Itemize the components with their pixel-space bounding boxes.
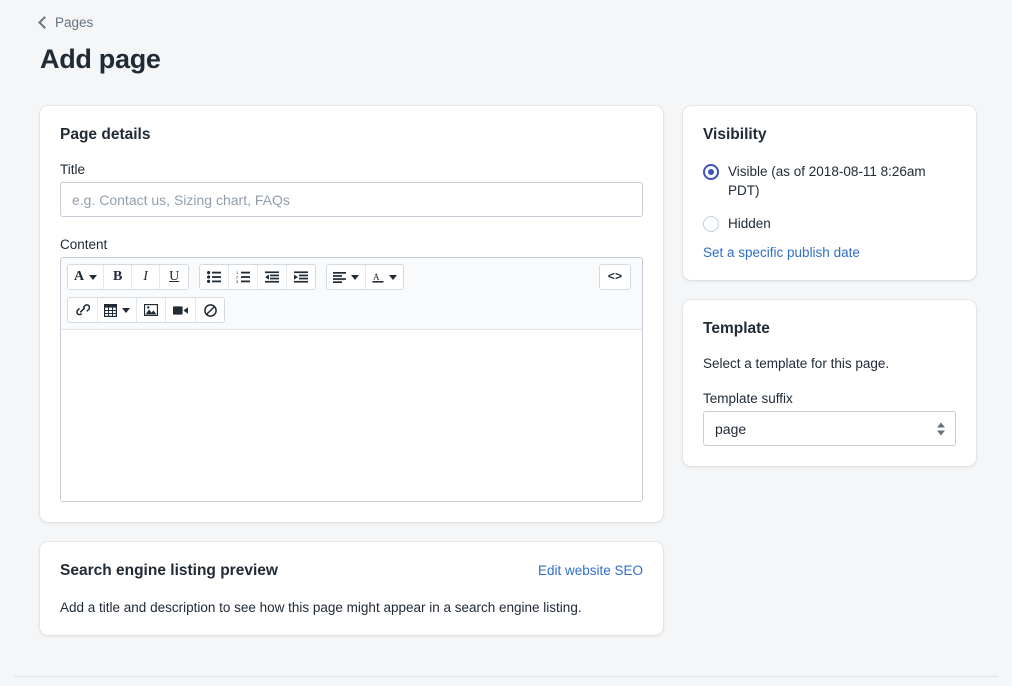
- list-indent-group: 1 2 3: [199, 264, 316, 290]
- text-color-icon: A: [372, 271, 384, 284]
- indent-icon: [294, 271, 308, 283]
- bold-button[interactable]: B: [104, 265, 132, 289]
- chevron-down-icon: [351, 275, 359, 280]
- content-editor-body[interactable]: [61, 330, 642, 501]
- seo-card-header: Search engine listing preview Edit websi…: [60, 562, 643, 580]
- set-publish-date-link[interactable]: Set a specific publish date: [703, 245, 956, 260]
- main-column: Page details Title Content A: [40, 106, 663, 635]
- text-format-group: A B I: [67, 264, 189, 290]
- radio-hidden[interactable]: [703, 216, 719, 232]
- edit-html-button[interactable]: <>: [599, 264, 631, 290]
- seo-heading: Search engine listing preview: [60, 562, 278, 580]
- side-column: Visibility Visible (as of 2018-08-11 8:2…: [683, 106, 976, 635]
- numbered-list-button[interactable]: 1 2 3: [229, 265, 258, 289]
- breadcrumb-back-to-pages[interactable]: Pages: [40, 15, 93, 30]
- radio-hidden-label: Hidden: [728, 214, 771, 233]
- no-formatting-icon: [204, 304, 217, 317]
- template-suffix-select[interactable]: page: [703, 411, 956, 446]
- indent-button[interactable]: [287, 265, 315, 289]
- title-input[interactable]: [60, 182, 643, 217]
- table-icon: [104, 304, 117, 317]
- seo-empty-message: Add a title and description to see how t…: [60, 600, 643, 615]
- outdent-button[interactable]: [258, 265, 287, 289]
- outdent-icon: [265, 271, 279, 283]
- video-icon: [173, 305, 188, 316]
- seo-preview-card: Search engine listing preview Edit websi…: [40, 542, 663, 635]
- template-heading: Template: [703, 320, 956, 338]
- bullet-list-icon: [207, 271, 221, 283]
- editor-toolbar-row-2: [67, 296, 636, 324]
- visibility-option-hidden[interactable]: Hidden: [703, 214, 956, 233]
- page-title: Add page: [40, 44, 161, 75]
- image-icon: [144, 304, 158, 316]
- clear-formatting-button[interactable]: [196, 298, 224, 322]
- breadcrumb-label: Pages: [55, 15, 93, 30]
- link-icon: [75, 304, 90, 317]
- content-columns: Page details Title Content A: [40, 106, 976, 635]
- text-color-dropdown[interactable]: A: [366, 265, 403, 289]
- template-description: Select a template for this page.: [703, 356, 956, 371]
- chevron-down-icon: [389, 275, 397, 280]
- edit-website-seo-link[interactable]: Edit website SEO: [538, 563, 643, 578]
- visibility-heading: Visibility: [703, 126, 956, 144]
- visibility-option-visible[interactable]: Visible (as of 2018-08-11 8:26am PDT): [703, 162, 956, 200]
- footer-divider: [14, 676, 998, 677]
- title-field-label: Title: [60, 162, 643, 177]
- svg-text:A: A: [373, 272, 380, 282]
- font-style-dropdown[interactable]: A: [68, 265, 104, 289]
- visibility-card: Visibility Visible (as of 2018-08-11 8:2…: [683, 106, 976, 280]
- chevron-down-icon: [89, 275, 97, 280]
- insert-group: [67, 297, 225, 323]
- add-page-screen: Pages Add page Page details Title Conten…: [0, 0, 1012, 686]
- underline-button[interactable]: U: [160, 265, 188, 289]
- editor-toolbar: A B I: [61, 258, 642, 330]
- numbered-list-icon: 1 2 3: [236, 271, 250, 283]
- page-details-heading: Page details: [60, 126, 643, 144]
- template-suffix-select-wrap: page: [703, 411, 956, 446]
- radio-visible-label: Visible (as of 2018-08-11 8:26am PDT): [728, 162, 956, 200]
- svg-text:3: 3: [236, 279, 239, 283]
- chevron-down-icon: [122, 308, 130, 313]
- align-dropdown[interactable]: [327, 265, 366, 289]
- radio-visible[interactable]: [703, 164, 719, 180]
- insert-link-button[interactable]: [68, 298, 98, 322]
- page-details-card: Page details Title Content A: [40, 106, 663, 522]
- insert-table-dropdown[interactable]: [98, 298, 137, 322]
- chevron-left-icon: [38, 16, 51, 29]
- template-card: Template Select a template for this page…: [683, 300, 976, 466]
- content-field-label: Content: [60, 237, 643, 252]
- editor-toolbar-row-1: A B I: [67, 263, 636, 291]
- insert-video-button[interactable]: [166, 298, 196, 322]
- template-suffix-label: Template suffix: [703, 391, 956, 406]
- bulleted-list-button[interactable]: [200, 265, 229, 289]
- align-left-icon: [333, 272, 346, 283]
- align-color-group: A: [326, 264, 404, 290]
- content-rich-text-editor: A B I: [60, 257, 643, 502]
- italic-button[interactable]: I: [132, 265, 160, 289]
- insert-image-button[interactable]: [137, 298, 166, 322]
